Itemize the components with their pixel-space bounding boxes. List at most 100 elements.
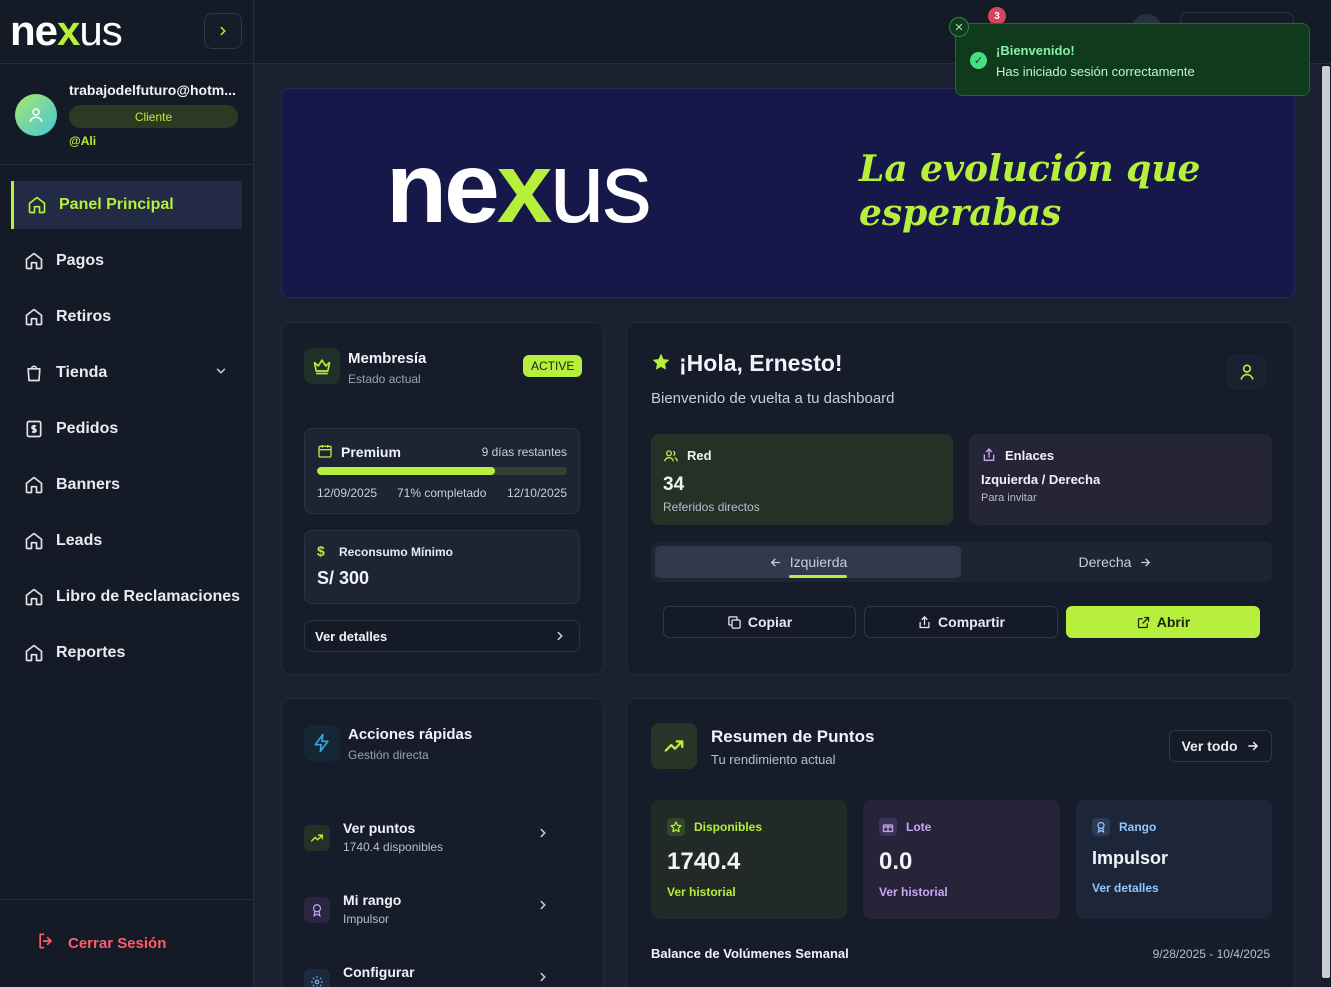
toast-title: ¡Bienvenido! <box>996 43 1075 58</box>
sidebar-item-leads[interactable]: Leads <box>0 517 254 565</box>
membership-subtitle: Estado actual <box>348 372 421 386</box>
role-badge: Cliente <box>69 105 238 128</box>
network-count: 34 <box>663 474 685 495</box>
min-consumption-box: $ Reconsumo Mínimo S/ 300 <box>304 530 580 604</box>
open-button[interactable]: Abrir <box>1066 606 1260 638</box>
check-circle-icon: ✓ <box>970 52 987 69</box>
rank-box[interactable]: Rango Impulsor Ver detalles <box>1076 800 1272 919</box>
status-badge: ACTIVE <box>523 355 583 377</box>
sidebar-item-label: Panel Principal <box>59 196 174 213</box>
sidebar-item-panel-principal[interactable]: Panel Principal <box>11 181 242 229</box>
external-link-icon <box>1136 615 1151 630</box>
chevron-right-icon <box>220 26 226 36</box>
rank-label-text: Rango <box>1119 820 1157 834</box>
min-consumption-value: S/ 300 <box>317 568 370 588</box>
sidebar-item-label: Tienda <box>56 364 108 381</box>
nexus-logo[interactable]: nexus <box>10 7 123 54</box>
links-box[interactable]: Enlaces Izquierda / Derecha Para invitar <box>969 434 1272 525</box>
tab-derecha[interactable]: Derecha <box>963 546 1268 578</box>
sidebar-item-pagos[interactable]: Pagos <box>0 237 254 285</box>
copy-button[interactable]: Copiar <box>663 606 856 638</box>
sidebar-item-label: Reportes <box>56 644 126 661</box>
membership-title: Membresía <box>348 350 427 367</box>
available-history-link[interactable]: Ver historial <box>667 885 736 899</box>
quick-action-title: Ver puntos <box>343 820 416 836</box>
sidebar-toggle-button[interactable] <box>204 13 242 49</box>
avatar[interactable] <box>15 94 57 136</box>
home-icon <box>24 307 44 327</box>
star-icon <box>667 818 685 836</box>
min-consumption-label: Reconsumo Mínimo <box>339 545 454 559</box>
tab-izquierda[interactable]: Izquierda <box>655 546 961 578</box>
app-root: nexus trabajodelfuturo@hotm... Cliente @… <box>0 0 1331 987</box>
chevron-down-icon[interactable] <box>214 364 228 383</box>
network-sub: Referidos directos <box>663 500 760 514</box>
points-subtitle: Tu rendimiento actual <box>711 752 836 767</box>
sidebar-item-label: Pedidos <box>56 420 119 437</box>
rank-details-link[interactable]: Ver detalles <box>1092 881 1159 895</box>
sidebar-item-label: Libro de Reclamaciones <box>56 588 241 605</box>
arrow-left-icon <box>769 556 782 569</box>
close-icon[interactable]: ✕ <box>949 17 969 37</box>
sidebar-item-label: Leads <box>56 532 103 549</box>
gift-icon <box>879 818 897 836</box>
view-all-button[interactable]: Ver todo <box>1169 730 1272 762</box>
lot-history-link[interactable]: Ver historial <box>879 885 948 899</box>
welcome-subtitle: Bienvenido de vuelta a tu dashboard <box>651 390 895 407</box>
sidebar-item-banners[interactable]: Banners <box>0 461 254 509</box>
banner-logo: nexus <box>386 132 652 244</box>
logo-text-ne: ne <box>10 7 58 54</box>
quick-action-sub: Impulsor <box>343 912 390 926</box>
sidebar-item-retiros[interactable]: Retiros <box>0 293 254 341</box>
available-points-box[interactable]: Disponibles 1740.4 Ver historial <box>651 800 847 919</box>
rank-label: Rango <box>1092 818 1156 836</box>
slogan-line-1: La evolución que <box>859 148 1201 190</box>
links-sub: Para invitar <box>981 492 1037 504</box>
banner-logo-us: us <box>549 132 652 244</box>
sidebar-item-tienda[interactable]: Tienda <box>0 349 254 397</box>
sidebar-item-label: Banners <box>56 476 121 493</box>
hero-banner: nexus La evolución que esperabas <box>281 88 1295 298</box>
logout-section: Cerrar Sesión <box>0 899 254 987</box>
weekly-volume-range: 9/28/2025 - 10/4/2025 <box>1152 947 1270 961</box>
days-left: 9 días restantes <box>481 445 567 459</box>
banner-logo-ne: ne <box>386 132 500 244</box>
share-button[interactable]: Compartir <box>864 606 1058 638</box>
lot-points-box[interactable]: Lote 0.0 Ver historial <box>863 800 1060 919</box>
slogan-line-2: esperabas <box>859 192 1062 234</box>
profile-button[interactable] <box>1227 354 1267 390</box>
tab-derecha-label: Derecha <box>1078 554 1132 570</box>
sidebar-item-pedidos[interactable]: Pedidos <box>0 405 254 453</box>
share-label: Compartir <box>938 614 1005 630</box>
open-label: Abrir <box>1156 614 1191 630</box>
quick-action-mi-rango[interactable]: Mi rango Impulsor <box>282 888 552 938</box>
sidebar-item-libro-reclamaciones[interactable]: Libro de Reclamaciones <box>0 573 254 621</box>
home-icon <box>24 643 44 663</box>
membership-progress <box>317 467 567 475</box>
quick-action-configurar[interactable]: Configurar <box>282 960 552 987</box>
user-icon <box>29 108 43 123</box>
calendar-icon <box>317 443 333 464</box>
share-icon <box>917 615 932 630</box>
scrollbar-thumb[interactable] <box>1322 66 1330 978</box>
chevron-right-icon <box>553 629 567 648</box>
points-title: Resumen de Puntos <box>711 727 875 746</box>
lot-points-label: Lote <box>879 818 931 836</box>
arrow-right-icon <box>1139 556 1152 569</box>
trend-up-icon <box>304 825 330 851</box>
chevron-right-icon <box>536 970 550 987</box>
quick-action-ver-puntos[interactable]: Ver puntos 1740.4 disponibles <box>282 816 552 866</box>
points-icon-box <box>651 723 697 769</box>
network-box[interactable]: Red 34 Referidos directos <box>651 434 953 525</box>
banner-slogan: La evolución que esperabas <box>859 147 1259 235</box>
plan-box: Premium 9 días restantes 12/09/2025 71% … <box>304 428 580 514</box>
logout-button[interactable]: Cerrar Sesión <box>36 931 166 955</box>
sidebar-item-reportes[interactable]: Reportes <box>0 629 254 677</box>
quick-actions-subtitle: Gestión directa <box>348 748 429 762</box>
lot-label-text: Lote <box>906 820 932 834</box>
chevron-right-icon <box>536 898 550 917</box>
view-details-button[interactable]: Ver detalles <box>304 620 580 652</box>
completed-text: 71% completado <box>397 486 487 500</box>
logo-text-x: x <box>57 7 80 54</box>
quick-actions-title: Acciones rápidas <box>348 726 473 743</box>
